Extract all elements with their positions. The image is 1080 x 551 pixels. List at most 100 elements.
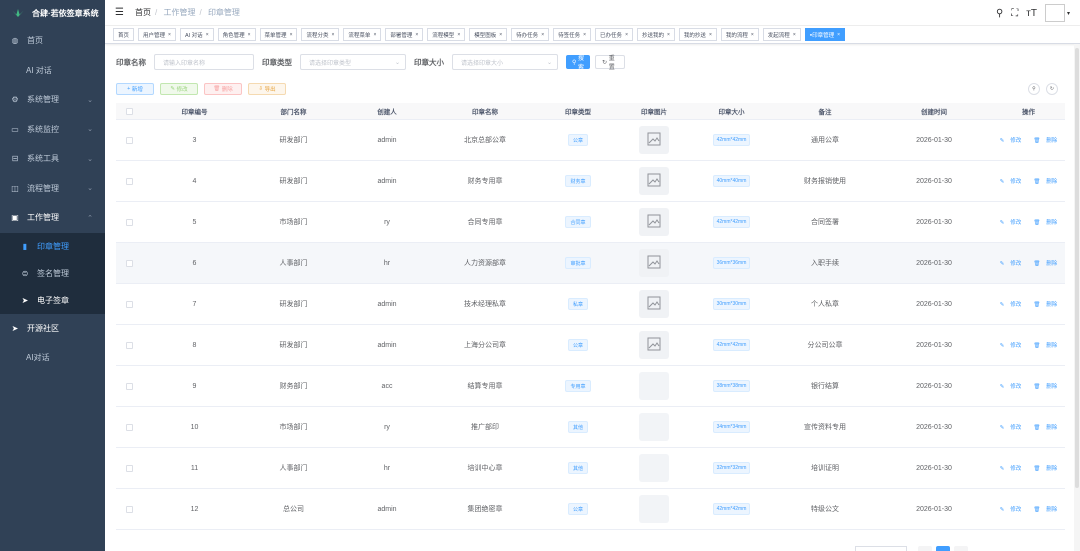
- seal-size-select[interactable]: 请选择印章大小 ⌄: [452, 54, 558, 70]
- sidebar-item-home[interactable]: ◍ 首页: [0, 26, 105, 56]
- close-icon[interactable]: ×: [168, 32, 171, 38]
- tab-6[interactable]: 流程菜单 ×: [343, 28, 382, 41]
- row-checkbox[interactable]: [126, 177, 133, 185]
- sidebar-item-work[interactable]: ▣ 工作管理 ⌃: [0, 203, 105, 233]
- sidebar-item-system[interactable]: ⚙ 系统管理 ⌄: [0, 85, 105, 115]
- close-icon[interactable]: ×: [415, 32, 418, 38]
- close-icon[interactable]: ×: [625, 32, 628, 38]
- page-size-select[interactable]: [855, 546, 907, 551]
- close-icon[interactable]: ×: [751, 32, 754, 38]
- row-edit-button[interactable]: ✎ 修改: [997, 382, 1025, 390]
- tab-4[interactable]: 菜单管理 ×: [259, 28, 298, 41]
- row-delete-button[interactable]: 🗑 删除: [1030, 464, 1060, 472]
- font-size-icon[interactable]: ᴛT: [1026, 8, 1037, 19]
- seal-image[interactable]: [639, 208, 669, 236]
- close-icon[interactable]: ×: [793, 32, 796, 38]
- row-edit-button[interactable]: ✎ 修改: [997, 259, 1025, 267]
- close-icon[interactable]: ×: [332, 32, 335, 38]
- prev-page-button[interactable]: [918, 546, 932, 551]
- refresh-icon[interactable]: ↻: [1046, 83, 1058, 95]
- row-checkbox[interactable]: [126, 423, 133, 431]
- close-icon[interactable]: ×: [667, 32, 670, 38]
- search-button[interactable]: ⚲ 搜索: [566, 55, 590, 71]
- table-row[interactable]: 12 总公司 admin 集团绝密章 公章 42mm*42mm 特级公文 2026-01-30…: [116, 489, 1065, 530]
- avatar[interactable]: [1044, 4, 1065, 22]
- row-delete-button[interactable]: 🗑 删除: [1030, 423, 1060, 431]
- row-checkbox[interactable]: [126, 341, 133, 349]
- search-toggle-icon[interactable]: ⚲: [1028, 83, 1040, 95]
- row-delete-button[interactable]: 🗑 删除: [1030, 505, 1060, 513]
- tab-17[interactable]: ● 印章管理 ×: [804, 28, 846, 41]
- sidebar-item-seal[interactable]: ▮ 印章管理: [0, 232, 105, 260]
- sidebar-item-flow[interactable]: ◫ 流程管理 ⌄: [0, 174, 105, 204]
- tab-1[interactable]: 用户管理 ×: [138, 28, 176, 41]
- row-edit-button[interactable]: ✎ 修改: [997, 218, 1025, 226]
- close-icon[interactable]: ×: [248, 32, 251, 38]
- row-delete-button[interactable]: 🗑 删除: [1030, 341, 1060, 349]
- table-row[interactable]: 8 研发部门 admin 上海分公司章 公章 42mm*42mm 分公司公章 2026-01-…: [116, 325, 1065, 366]
- reset-button[interactable]: ↻ 重置: [595, 55, 625, 71]
- close-icon[interactable]: ×: [373, 32, 376, 38]
- close-icon[interactable]: ×: [541, 32, 544, 38]
- close-icon[interactable]: ×: [709, 32, 712, 38]
- table-row[interactable]: 5 市场部门 ry 合同专用章 合同章 42mm*42mm 合同签署 2026-01-30 ✎ 修…: [116, 202, 1065, 243]
- row-checkbox[interactable]: [126, 300, 133, 308]
- sidebar-item-ai-chat-2[interactable]: AI对话: [0, 343, 105, 373]
- table-row[interactable]: 11 人事部门 hr 培训中心章 其他 32mm*32mm 培训证明 2026-01-30 ✎ 修…: [116, 448, 1065, 489]
- tab-3[interactable]: 角色管理 ×: [217, 28, 256, 41]
- edit-button[interactable]: ✎ 修改: [160, 83, 198, 95]
- select-all-checkbox[interactable]: [126, 107, 133, 115]
- sidebar-item-esign[interactable]: ➤ 电子签章: [0, 286, 105, 314]
- close-icon[interactable]: ×: [837, 32, 840, 38]
- seal-image[interactable]: [639, 167, 669, 195]
- row-checkbox[interactable]: [126, 218, 133, 226]
- sidebar-item-community[interactable]: ➤ 开源社区: [0, 314, 105, 344]
- tab-10[interactable]: 待办任务 ×: [511, 28, 550, 41]
- tab-8[interactable]: 流程模型 ×: [427, 28, 466, 41]
- hamburger-icon[interactable]: ☰: [115, 7, 125, 18]
- row-edit-button[interactable]: ✎ 修改: [997, 505, 1025, 513]
- seal-image[interactable]: [639, 249, 669, 277]
- scrollbar-thumb[interactable]: [1075, 48, 1079, 488]
- close-icon[interactable]: ×: [583, 32, 586, 38]
- table-row[interactable]: 4 研发部门 admin 财务专用章 财务章 40mm*40mm 财务报销使用 2026-01…: [116, 161, 1065, 202]
- seal-image[interactable]: [639, 413, 669, 441]
- table-row[interactable]: 6 人事部门 hr 人力资源部章 审批章 36mm*36mm 入职手续 2026-01-30 ✎…: [116, 243, 1065, 284]
- close-icon[interactable]: ×: [206, 32, 209, 38]
- delete-button[interactable]: 🗑 删除: [204, 83, 242, 95]
- seal-type-select[interactable]: 请选择印章类型 ⌄: [300, 54, 406, 70]
- tab-0[interactable]: 首页: [113, 28, 135, 41]
- sidebar-item-ai-chat[interactable]: AI 对话: [0, 56, 105, 86]
- export-button[interactable]: ⇩ 导出: [248, 83, 286, 95]
- chevron-down-icon[interactable]: ▾: [1067, 10, 1070, 17]
- row-edit-button[interactable]: ✎ 修改: [997, 177, 1025, 185]
- tab-16[interactable]: 发起流程 ×: [762, 28, 801, 41]
- page-2-button[interactable]: [954, 546, 968, 551]
- row-checkbox[interactable]: [126, 136, 133, 144]
- seal-image[interactable]: [639, 331, 669, 359]
- tab-15[interactable]: 我的流程 ×: [720, 28, 759, 41]
- scrollbar[interactable]: [1074, 44, 1080, 551]
- tab-5[interactable]: 流程分类 ×: [301, 28, 340, 41]
- tab-11[interactable]: 待签任务 ×: [553, 28, 592, 41]
- row-checkbox[interactable]: [126, 464, 133, 472]
- row-delete-button[interactable]: 🗑 删除: [1030, 300, 1060, 308]
- tab-9[interactable]: 模型图板 ×: [469, 28, 508, 41]
- sidebar-item-monitor[interactable]: ▭ 系统监控 ⌄: [0, 115, 105, 145]
- seal-image[interactable]: [639, 290, 669, 318]
- row-delete-button[interactable]: 🗑 删除: [1030, 177, 1060, 185]
- fullscreen-icon[interactable]: ⛶: [1011, 8, 1018, 19]
- close-icon[interactable]: ×: [290, 32, 293, 38]
- page-1-button[interactable]: [936, 546, 950, 551]
- row-edit-button[interactable]: ✎ 修改: [997, 464, 1025, 472]
- tab-14[interactable]: 我的抄送 ×: [678, 28, 717, 41]
- close-icon[interactable]: ×: [499, 32, 502, 38]
- breadcrumb-home[interactable]: 首页: [135, 8, 151, 17]
- row-checkbox[interactable]: [126, 505, 133, 513]
- row-delete-button[interactable]: 🗑 删除: [1030, 136, 1060, 144]
- row-checkbox[interactable]: [126, 382, 133, 390]
- tab-13[interactable]: 抄送我的 ×: [636, 28, 675, 41]
- row-edit-button[interactable]: ✎ 修改: [997, 300, 1025, 308]
- sidebar-item-signature[interactable]: ⊜ 签名管理: [0, 259, 105, 287]
- row-edit-button[interactable]: ✎ 修改: [997, 341, 1025, 349]
